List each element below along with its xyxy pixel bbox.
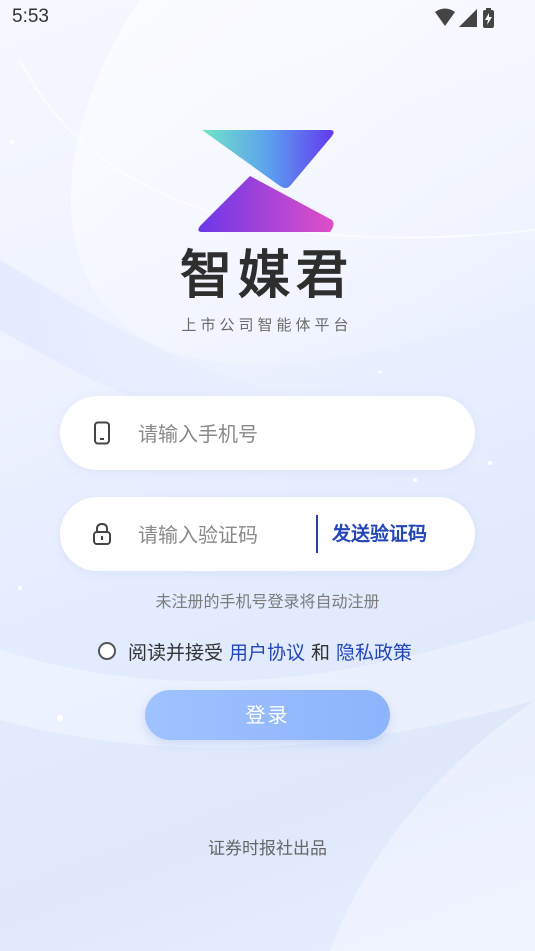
agreement-and: 和 <box>311 641 331 664</box>
login-button[interactable]: 登录 <box>145 690 390 740</box>
privacy-policy-link[interactable]: 隐私政策 <box>336 638 412 665</box>
verification-code-input[interactable] <box>136 497 310 573</box>
signal-icon <box>459 9 477 27</box>
wifi-icon <box>435 8 455 26</box>
agreement-checkbox[interactable] <box>98 642 116 660</box>
brand-name: 智媒君 <box>179 246 354 306</box>
verification-code-field[interactable]: 发送验证码 <box>60 497 475 573</box>
user-agreement-link[interactable]: 用户协议 <box>229 638 305 665</box>
phone-icon <box>94 421 110 445</box>
brand-slogan: 上市公司智能体平台 <box>181 316 353 334</box>
battery-charging-icon <box>483 8 494 28</box>
system-icons <box>435 8 494 28</box>
status-bar: 5:53 <box>0 0 535 36</box>
code-divider <box>316 515 318 553</box>
lock-icon <box>93 522 111 545</box>
phone-input[interactable] <box>136 396 450 472</box>
agreement-prefix: 阅读并接受 <box>128 641 224 664</box>
status-time: 5:53 <box>12 6 49 27</box>
logo-mark-icon <box>198 130 334 232</box>
auto-register-hint: 未注册的手机号登录将自动注册 <box>155 592 380 611</box>
brand-logo: 智媒君 上市公司智能体平台 <box>172 128 362 338</box>
agreement-row: 阅读并接受 用户协议 和 隐私政策 <box>98 636 412 666</box>
phone-field[interactable] <box>60 396 475 472</box>
send-code-button[interactable]: 发送验证码 <box>332 497 427 571</box>
publisher-footer: 证券时报社出品 <box>208 839 327 859</box>
